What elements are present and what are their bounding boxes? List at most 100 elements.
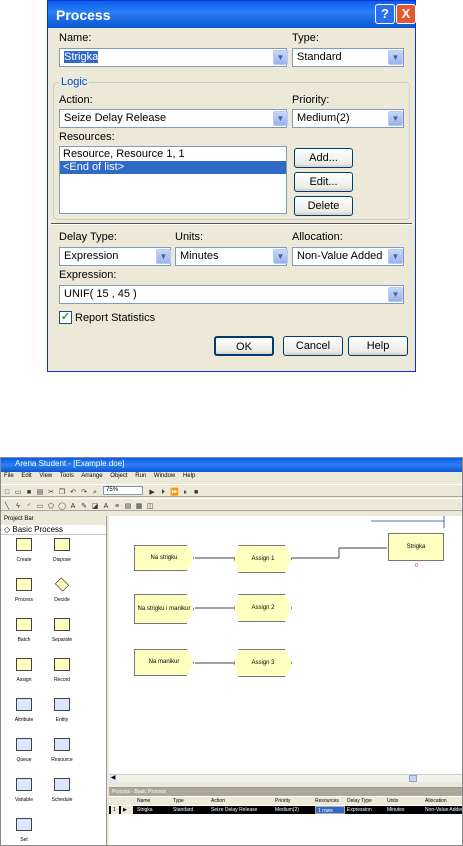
process-node[interactable]: Strigka — [388, 533, 444, 561]
cell-allocation[interactable]: Non-Value Added — [423, 806, 462, 814]
project-bar: Project Bar ◇ Basic Process Create Dispo… — [1, 516, 107, 845]
assign-node[interactable]: Assign 3 — [234, 649, 292, 677]
fill-color-icon[interactable]: ◪ — [91, 503, 99, 511]
module-schedule[interactable]: Schedule — [39, 778, 85, 803]
table-header: Name Type Action Priority Resources Dela… — [109, 797, 462, 805]
cell-resources-button[interactable]: 1 rows — [315, 806, 345, 814]
module-set[interactable]: Set — [1, 818, 47, 843]
chevron-down-icon[interactable]: ▼ — [388, 249, 403, 264]
plot-icon[interactable]: ◫ — [146, 503, 154, 511]
module-resource[interactable]: Resource — [39, 738, 85, 763]
menu-edit[interactable]: Edit — [21, 473, 31, 479]
module-entity[interactable]: Entity — [39, 698, 85, 723]
units-combo[interactable]: Minutes — [175, 247, 287, 266]
units-label: Units: — [175, 231, 204, 243]
print-icon[interactable]: ▤ — [36, 489, 44, 497]
expression-field[interactable]: UNIF( 15 , 45 ) — [59, 285, 404, 304]
chart-icon[interactable]: ▦ — [135, 503, 143, 511]
resources-list[interactable]: Resource, Resource 1, 1 <End of list> — [59, 146, 287, 214]
close-icon[interactable]: X — [396, 4, 416, 24]
undo-icon[interactable]: ↶ — [69, 489, 77, 497]
copy-icon[interactable]: ❐ — [58, 489, 66, 497]
list-item[interactable]: <End of list> — [60, 161, 286, 174]
new-icon[interactable]: □ — [3, 489, 11, 497]
line-color-icon[interactable]: ✎ — [80, 503, 88, 511]
menu-tools[interactable]: Tools — [60, 473, 74, 479]
open-icon[interactable]: ▭ — [14, 489, 22, 497]
horizontal-scrollbar[interactable]: ◀ — [109, 774, 462, 782]
ok-button[interactable]: OK — [214, 336, 274, 356]
cut-icon[interactable]: ✂ — [47, 489, 55, 497]
assign-node[interactable]: Assign 1 — [234, 545, 292, 573]
menu-view[interactable]: View — [39, 473, 52, 479]
cell-name[interactable]: Strigka — [135, 806, 171, 814]
module-dispose[interactable]: Dispose — [39, 538, 85, 563]
scroll-thumb[interactable] — [409, 775, 417, 782]
step-icon[interactable]: ⏵ — [159, 489, 167, 497]
menu-help[interactable]: Help — [183, 473, 195, 479]
redo-icon[interactable]: ↷ — [80, 489, 88, 497]
chevron-down-icon[interactable]: ▼ — [388, 287, 403, 302]
edit-button[interactable]: Edit... — [294, 172, 353, 192]
chevron-down-icon[interactable]: ▼ — [273, 111, 288, 126]
scroll-left-icon[interactable]: ◀ — [109, 775, 117, 782]
cell-action[interactable]: Seize Delay Release — [209, 806, 273, 814]
add-button[interactable]: Add... — [294, 148, 353, 168]
row-selector-icon[interactable]: ▶ — [121, 806, 133, 814]
menu-run[interactable]: Run — [135, 473, 146, 479]
expression-label: Expression: — [59, 269, 117, 281]
stop-icon[interactable]: ■ — [192, 489, 200, 497]
report-stats-checkbox[interactable]: ✓ — [59, 311, 72, 324]
zoom-combo[interactable]: 75% — [103, 486, 144, 495]
zoom-icon[interactable]: ⌕ — [91, 489, 99, 497]
fast-forward-icon[interactable]: ⏩ — [170, 489, 179, 497]
polygon-icon[interactable]: ⬠ — [47, 503, 55, 511]
delete-button[interactable]: Delete — [294, 196, 353, 216]
cell-delay-type[interactable]: Expression — [345, 806, 383, 814]
module-separate[interactable]: Separate — [39, 618, 85, 643]
create-node[interactable]: Na strigku i manikur — [134, 594, 194, 624]
cell-priority[interactable]: Medium(2) — [273, 806, 313, 814]
create-node[interactable]: Na strigku — [134, 545, 194, 571]
module-record[interactable]: Record — [39, 658, 85, 683]
cancel-button[interactable]: Cancel — [283, 336, 343, 356]
polyline-icon[interactable]: ϟ — [14, 503, 22, 511]
name-combo[interactable]: Strigka — [59, 48, 287, 67]
panel-header[interactable]: ◇ Basic Process — [1, 525, 106, 535]
chevron-down-icon[interactable]: ▼ — [388, 50, 403, 65]
list-item[interactable]: Resource, Resource 1, 1 — [60, 147, 286, 161]
layers-icon[interactable]: ▤ — [124, 503, 132, 511]
arc-icon[interactable]: ◜ — [25, 503, 33, 511]
module-spreadsheet: Process - Basic Process Name Type Action… — [109, 787, 462, 845]
dialog-title: Process — [48, 1, 415, 28]
menu-arrange[interactable]: Arrange — [81, 473, 102, 479]
ellipse-icon[interactable]: ◯ — [58, 503, 66, 511]
chevron-down-icon[interactable]: ▼ — [273, 50, 288, 65]
table-row[interactable]: 1 ▶ Strigka Standard Seize Delay Release… — [109, 806, 462, 814]
text-color-icon[interactable]: A — [102, 503, 110, 511]
delay-type-combo[interactable]: Expression — [59, 247, 171, 266]
menu-object[interactable]: Object — [110, 473, 127, 479]
pause-icon[interactable]: ⏸ — [181, 489, 189, 497]
module-decide[interactable]: Decide — [39, 577, 85, 603]
save-icon[interactable]: ■ — [25, 489, 33, 497]
help-button[interactable]: Help — [348, 336, 408, 356]
assign-node[interactable]: Assign 2 — [234, 594, 292, 622]
chevron-down-icon[interactable]: ▼ — [156, 249, 171, 264]
cell-units[interactable]: Minutes — [385, 806, 423, 814]
line-icon[interactable]: ╲ — [3, 503, 11, 511]
line-style-icon[interactable]: ≡ — [113, 503, 121, 511]
action-combo[interactable]: Seize Delay Release — [59, 109, 287, 128]
menu-window[interactable]: Window — [154, 473, 175, 479]
cell-type[interactable]: Standard — [171, 806, 209, 814]
text-icon[interactable]: A — [69, 503, 77, 511]
help-icon[interactable]: ? — [375, 4, 395, 24]
action-label: Action: — [59, 94, 93, 106]
play-icon[interactable]: ▶ — [148, 489, 156, 497]
menu-file[interactable]: File — [4, 473, 14, 479]
chevron-down-icon[interactable]: ▼ — [273, 249, 288, 264]
rectangle-icon[interactable]: ▭ — [36, 503, 44, 511]
chevron-down-icon[interactable]: ▼ — [388, 111, 403, 126]
create-node[interactable]: Na manikur — [134, 649, 194, 676]
model-canvas[interactable]: Na strigku Na strigku i manikur Na manik… — [109, 516, 462, 781]
